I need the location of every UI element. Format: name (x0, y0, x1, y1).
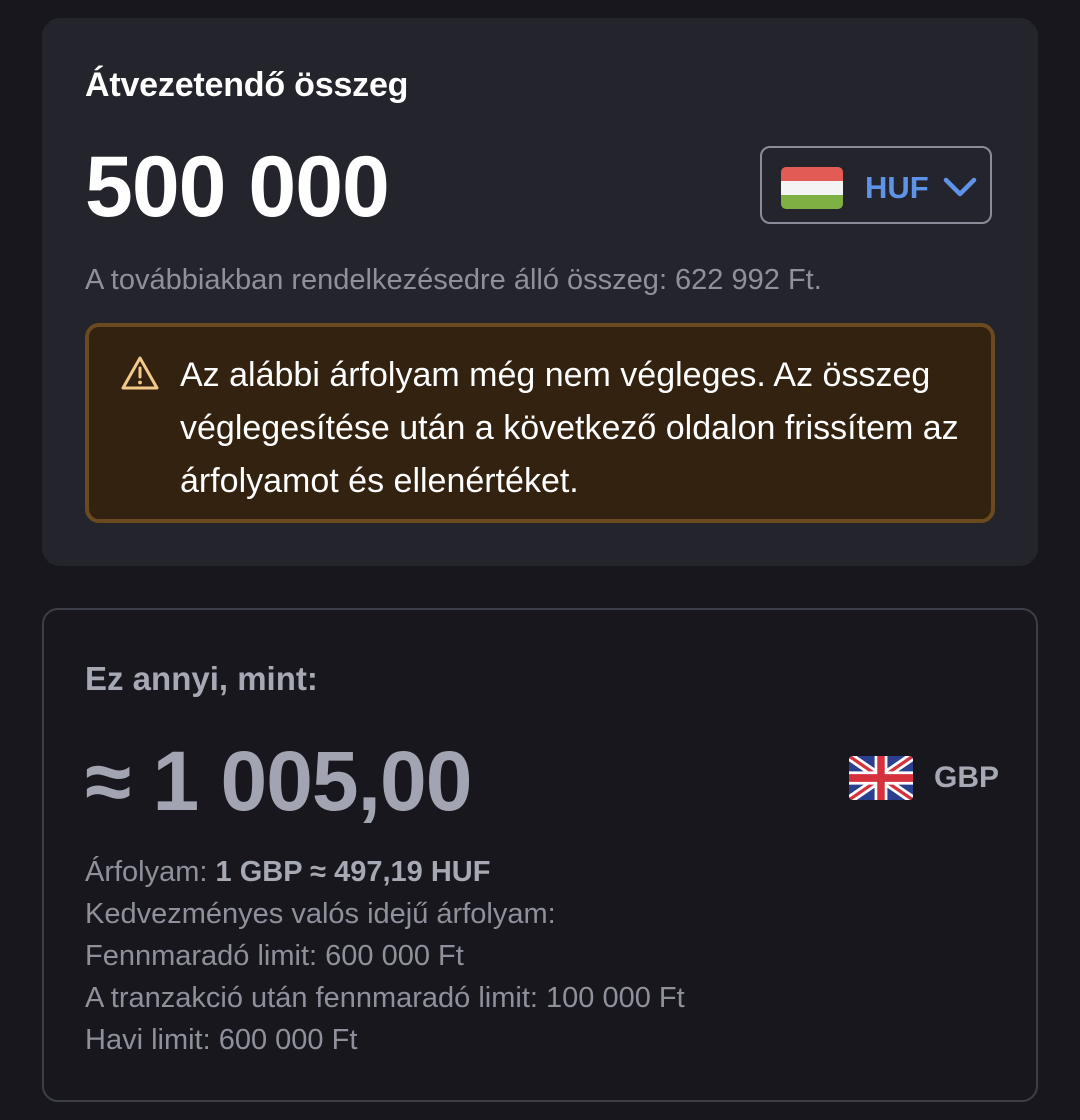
remaining-after-transaction-line: A tranzakció után fennmaradó limit: 100 … (85, 982, 685, 1014)
remaining-limit-line: Fennmaradó limit: 600 000 Ft (85, 940, 464, 972)
transfer-amount-title: Átvezetendő összeg (85, 66, 409, 104)
chevron-down-icon (943, 177, 977, 197)
conversion-details: Árfolyam: 1 GBP ≈ 497,19 HUF Kedvezménye… (85, 851, 685, 1061)
target-currency-code: GBP (934, 761, 1000, 794)
currency-code-label: HUF (865, 170, 929, 205)
warning-triangle-icon (121, 356, 159, 390)
transfer-amount-value[interactable]: 500 000 (85, 142, 390, 232)
rate-warning-text: Az alábbi árfolyam még nem végleges. Az … (180, 356, 959, 500)
transfer-amount-card: Átvezetendő összeg 500 000 HUF A további… (42, 18, 1038, 566)
converted-amount: ≈ 1 005,00 (85, 734, 472, 828)
rate-warning-banner: Az alábbi árfolyam még nem végleges. Az … (85, 323, 995, 523)
exchange-rate-line: Árfolyam: 1 GBP ≈ 497,19 HUF (85, 851, 685, 893)
conversion-subtitle: Ez annyi, mint: (85, 660, 318, 697)
exchange-rate-value: 1 GBP ≈ 497,19 HUF (215, 856, 491, 888)
conversion-card: Ez annyi, mint: ≈ 1 005,00 GBP Árfolyam:… (42, 608, 1038, 1102)
hungary-flag-icon (781, 167, 843, 209)
exchange-rate-label: Árfolyam: (85, 856, 208, 888)
monthly-limit-line: Havi limit: 600 000 Ft (85, 1024, 358, 1056)
available-balance-text: A továbbiakban rendelkezésedre álló össz… (85, 264, 822, 296)
currency-dropdown[interactable]: HUF (760, 146, 992, 224)
preferential-rate-line: Kedvezményes valós idejű árfolyam: (85, 898, 556, 930)
uk-flag-icon (849, 756, 913, 800)
